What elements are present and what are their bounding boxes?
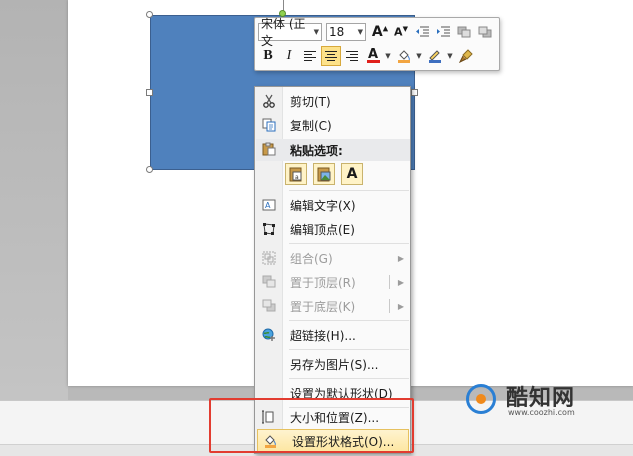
shape-fill-button[interactable] [394, 46, 414, 66]
resize-handle-bottom-left[interactable] [146, 166, 153, 173]
chevron-down-icon[interactable]: ▼ [446, 52, 454, 60]
increase-indent-button[interactable] [433, 22, 453, 42]
editor-background [0, 0, 68, 400]
submenu-arrow-icon: ▶ [397, 301, 404, 311]
font-name-value: 宋体 (正文 [261, 17, 306, 48]
chevron-down-icon: ▼ [357, 28, 363, 36]
shrink-font-button[interactable]: A▼ [391, 22, 411, 42]
watermark-url: www.coozhi.com [508, 408, 575, 417]
format-painter-icon [459, 49, 473, 63]
font-size-value: 18 [329, 25, 345, 39]
paste-text-icon: A [346, 166, 358, 182]
bold-icon: B [263, 48, 273, 63]
align-right-icon [346, 51, 358, 61]
menu-item-edit-text[interactable]: A 编辑文字(X) [256, 193, 410, 217]
menu-item-cut[interactable]: 剪切(T) [256, 89, 410, 113]
menu-item-hyperlink[interactable]: 超链接(H)... [256, 323, 410, 347]
menu-item-label: 置于底层(K) [290, 299, 356, 314]
paste-theme-icon: a [289, 167, 302, 182]
paste-options-header: 粘贴选项: [256, 139, 410, 161]
menu-separator [289, 190, 409, 191]
clipboard-icon [262, 142, 276, 155]
italic-icon: I [286, 48, 292, 63]
svg-text:a: a [295, 174, 299, 181]
scissors-icon [263, 94, 275, 108]
menu-item-bring-to-front: 置于顶层(R) ▶ [256, 270, 410, 294]
split-divider [389, 275, 390, 289]
watermark: 酷知网 www.coozhi.com [462, 380, 612, 420]
menu-item-group: 组合(G) ▶ [256, 246, 410, 270]
group-icon [262, 251, 276, 265]
font-color-icon: A [366, 47, 380, 63]
pen-outline-icon [429, 50, 441, 63]
menu-item-label: 复制(C) [290, 118, 332, 133]
menu-item-copy[interactable]: 复制(C) [256, 113, 410, 137]
bring-forward-button[interactable] [454, 22, 474, 42]
paint-bucket-icon [398, 50, 410, 63]
copy-icon [262, 118, 276, 132]
chevron-down-icon[interactable]: ▼ [415, 52, 423, 60]
highlight-annotation-box [209, 398, 414, 453]
increase-indent-icon [437, 26, 450, 37]
chevron-down-icon: ▼ [313, 28, 319, 36]
menu-item-save-as-picture[interactable]: 另存为图片(S)... [256, 352, 410, 376]
menu-separator [289, 378, 409, 379]
align-left-icon [304, 51, 316, 61]
align-right-button[interactable] [342, 46, 362, 66]
menu-item-label: 剪切(T) [290, 94, 331, 109]
menu-item-edit-points[interactable]: 编辑顶点(E) [256, 217, 410, 241]
paste-options-row: a A [285, 163, 369, 185]
paste-options-label: 粘贴选项: [290, 143, 343, 158]
submenu-arrow-icon: ▶ [397, 277, 404, 287]
italic-button[interactable]: I [279, 46, 299, 66]
font-size-combo[interactable]: 18 ▼ [326, 23, 366, 41]
bold-button[interactable]: B [258, 46, 278, 66]
menu-item-label: 超链接(H)... [290, 328, 356, 343]
decrease-indent-button[interactable] [412, 22, 432, 42]
menu-item-send-to-back: 置于底层(K) ▶ [256, 294, 410, 318]
shape-outline-button[interactable] [425, 46, 445, 66]
grow-font-button[interactable]: A▲ [370, 22, 390, 42]
resize-handle-top-left[interactable] [146, 11, 153, 18]
bring-to-front-icon [262, 275, 276, 288]
watermark-logo-icon [466, 384, 496, 414]
shrink-font-icon: A▼ [394, 25, 408, 39]
resize-handle-right[interactable] [411, 89, 418, 96]
format-painter-button[interactable] [456, 46, 476, 66]
align-center-icon [325, 51, 337, 61]
edit-text-icon: A [262, 199, 276, 211]
menu-item-label: 置于顶层(R) [290, 275, 356, 290]
menu-separator [289, 243, 409, 244]
decrease-indent-icon [416, 26, 429, 37]
menu-item-label: 编辑文字(X) [290, 198, 356, 213]
submenu-arrow-icon: ▶ [397, 253, 404, 263]
edit-points-icon [263, 223, 275, 235]
paste-picture-icon [317, 167, 331, 182]
paste-as-picture-button[interactable] [313, 163, 335, 185]
font-color-button[interactable]: A [363, 46, 383, 66]
paste-text-only-button[interactable]: A [341, 163, 363, 185]
bring-forward-icon [457, 26, 471, 38]
svg-text:A: A [265, 201, 271, 210]
chevron-down-icon[interactable]: ▼ [384, 52, 392, 60]
align-left-button[interactable] [300, 46, 320, 66]
align-center-button[interactable] [321, 46, 341, 66]
split-divider [389, 299, 390, 313]
menu-item-label: 另存为图片(S)... [290, 357, 379, 372]
font-name-combo[interactable]: 宋体 (正文 ▼ [258, 17, 322, 48]
send-to-back-icon [262, 299, 276, 312]
send-backward-icon [478, 26, 492, 38]
mini-toolbar: 宋体 (正文 ▼ 18 ▼ A▲ A▼ B I A ▼ ▼ ▼ [254, 17, 500, 71]
menu-item-label: 编辑顶点(E) [290, 222, 355, 237]
hyperlink-globe-icon [262, 328, 275, 341]
resize-handle-left[interactable] [146, 89, 153, 96]
menu-separator [289, 320, 409, 321]
send-backward-button[interactable] [475, 22, 495, 42]
menu-separator [289, 349, 409, 350]
grow-font-icon: A▲ [371, 24, 389, 40]
menu-item-label: 组合(G) [290, 251, 333, 266]
paste-use-destination-theme-button[interactable]: a [285, 163, 307, 185]
